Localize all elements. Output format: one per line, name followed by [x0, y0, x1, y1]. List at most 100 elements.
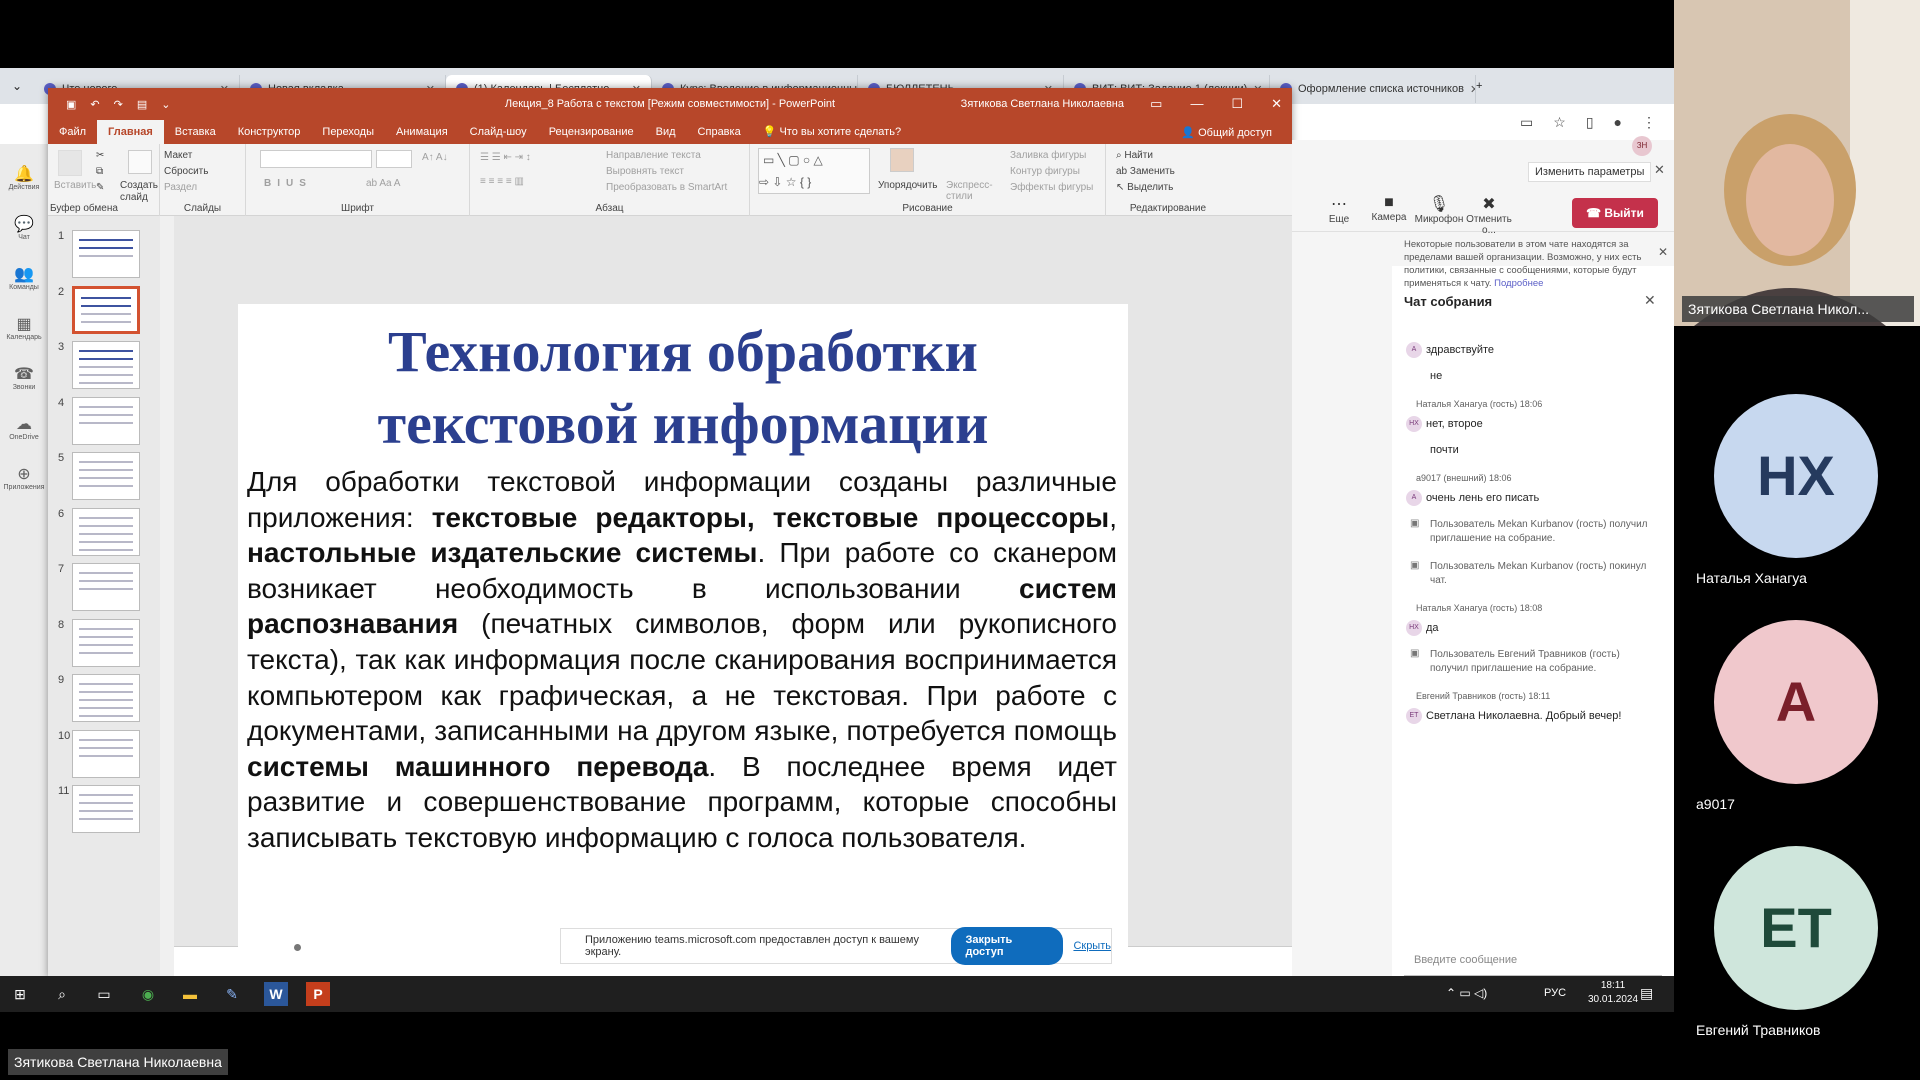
arrange-icon[interactable]	[890, 148, 914, 172]
align-text-button[interactable]: Выровнять текст	[606, 166, 684, 177]
cut-icon[interactable]: ✂	[96, 150, 104, 161]
account-name[interactable]: Зятикова Светлана Николаевна	[961, 98, 1124, 110]
language-indicator[interactable]: РУС	[1544, 987, 1566, 999]
ribbon-tab[interactable]: Конструктор	[227, 120, 312, 144]
ribbon-tab[interactable]: Анимация	[385, 120, 459, 144]
font-family-select[interactable]	[260, 150, 372, 168]
file-explorer-icon[interactable]: ▬	[178, 982, 202, 1006]
font-format-icons[interactable]: BIUS	[264, 178, 312, 189]
camera-button[interactable]: ■ Камера	[1364, 194, 1414, 223]
copy-icon[interactable]: ⧉	[96, 166, 103, 177]
find-button[interactable]: ⌕ Найти	[1116, 150, 1153, 161]
font-size-select[interactable]	[376, 150, 412, 168]
slide-thumbnail[interactable]	[72, 729, 140, 778]
thumbnails-scrollbar[interactable]	[160, 216, 174, 978]
slide-thumbnail[interactable]	[72, 674, 140, 722]
shape-fill-button[interactable]: Заливка фигуры	[1010, 150, 1086, 161]
tab-search-icon[interactable]: ⌄	[0, 79, 34, 93]
select-button[interactable]: ↖ Выделить	[1116, 182, 1173, 193]
shape-effects-button[interactable]: Эффекты фигуры	[1010, 182, 1093, 193]
message-input[interactable]: Введите сообщение	[1404, 946, 1662, 976]
format-painter-icon[interactable]: ✎	[96, 182, 104, 193]
arrange-button[interactable]: Упорядочить	[878, 180, 938, 191]
align-icons[interactable]: ≡ ≡ ≡ ≡ ▥	[480, 176, 524, 187]
minimize-icon[interactable]: —	[1190, 96, 1203, 112]
rail-teams[interactable]: 👥 Команды	[0, 264, 48, 291]
new-slide-icon[interactable]	[128, 150, 152, 174]
close-icon[interactable]: ✕	[1654, 162, 1665, 178]
notepad-icon[interactable]: ✎	[220, 982, 244, 1006]
rail-activity[interactable]: 🔔 Действия	[0, 164, 48, 191]
customize-qat-icon[interactable]: ⌄	[161, 98, 170, 111]
tell-me-search[interactable]: 💡 Что вы хотите сделать?	[752, 120, 912, 144]
stop-sharing-button[interactable]: Закрыть доступ	[951, 927, 1064, 965]
ribbon-tab[interactable]: Файл	[48, 120, 97, 144]
ribbon-tab[interactable]: Главная	[97, 120, 164, 144]
new-tab-icon[interactable]: +	[1476, 80, 1482, 92]
layout-button[interactable]: Макет	[164, 150, 192, 161]
quick-styles-button[interactable]: Экспресс-стили	[946, 180, 996, 202]
profile-icon[interactable]: ●	[1614, 114, 1622, 130]
grow-font-icon[interactable]: A↑ A↓	[422, 152, 448, 163]
avatar[interactable]: ЗН	[1632, 136, 1652, 156]
rail-calls[interactable]: ☎ Звонки	[0, 364, 48, 391]
new-slide-button[interactable]: Создать слайд	[120, 180, 160, 204]
word-icon[interactable]: W	[264, 982, 288, 1006]
stop-sharing-button[interactable]: ✖ Отменить о...	[1464, 194, 1514, 236]
rail-calendar[interactable]: ▦ Календарь	[0, 314, 48, 341]
clock[interactable]: 18:11 30.01.2024	[1588, 979, 1638, 1007]
ribbon-tab[interactable]: Вставка	[164, 120, 227, 144]
slide-thumbnail[interactable]	[72, 618, 140, 667]
ribbon-tab[interactable]: Переходы	[311, 120, 385, 144]
close-icon[interactable]: ✕	[1271, 96, 1282, 112]
slide-thumbnail[interactable]	[72, 452, 140, 500]
slide-thumbnail[interactable]	[72, 396, 140, 445]
text-direction-button[interactable]: Направление текста	[606, 150, 701, 161]
start-slideshow-icon[interactable]: ▤	[137, 98, 147, 111]
slide-thumbnail[interactable]	[72, 563, 140, 611]
smartart-button[interactable]: Преобразовать в SmartArt	[606, 182, 727, 193]
ribbon-tab[interactable]: Рецензирование	[538, 120, 645, 144]
reset-button[interactable]: Сбросить	[164, 166, 208, 177]
ribbon-tab[interactable]: Вид	[645, 120, 687, 144]
close-icon[interactable]: ✕	[1644, 292, 1656, 309]
ribbon-tab[interactable]: Справка	[687, 120, 752, 144]
change-params-button[interactable]: Изменить параметры	[1528, 162, 1652, 182]
share-button[interactable]: 👤 Общий доступ	[1181, 126, 1292, 139]
paste-icon[interactable]	[58, 150, 82, 176]
slide-thumbnail[interactable]	[72, 285, 140, 334]
ribbon-tab[interactable]: Слайд-шоу	[459, 120, 538, 144]
more-button[interactable]: ⋯ Еще	[1314, 194, 1364, 225]
replace-button[interactable]: ab Заменить	[1116, 166, 1175, 177]
tray-icons[interactable]: ⌃ ▭ ◁)	[1446, 986, 1487, 1000]
bookmark-star-icon[interactable]: ☆	[1553, 114, 1566, 131]
cast-icon[interactable]: ▭	[1520, 114, 1533, 131]
shape-outline-button[interactable]: Контур фигуры	[1010, 166, 1080, 177]
browser-tab[interactable]: Оформление списка источников✕	[1270, 75, 1476, 103]
shapes-gallery[interactable]: ▭ ╲ ▢ ○ △ ⇨ ⇩ ☆ { }	[758, 148, 870, 194]
close-icon[interactable]: ✕	[1658, 246, 1668, 259]
slide-thumbnail[interactable]	[72, 341, 140, 389]
sidebar-icon[interactable]: ▯	[1586, 114, 1594, 131]
leave-button[interactable]: ☎ Выйти	[1572, 198, 1658, 228]
chrome-icon[interactable]: ◉	[136, 982, 160, 1006]
powerpoint-icon[interactable]: P	[306, 982, 330, 1006]
bullets-icon[interactable]: ☰ ☰ ⇤ ⇥ ↕	[480, 152, 531, 163]
mic-button[interactable]: 🎙 Микрофон	[1414, 194, 1464, 225]
slide-thumbnail[interactable]	[72, 230, 140, 278]
redo-icon[interactable]: ↷	[114, 98, 123, 111]
ribbon-display-icon[interactable]: ▭	[1150, 96, 1162, 112]
rail-chat[interactable]: 💬 Чат	[0, 214, 48, 241]
start-icon[interactable]: ⊞	[8, 982, 32, 1006]
menu-kebab-icon[interactable]: ⋮	[1642, 114, 1656, 131]
rail-apps[interactable]: ⊕ Приложения	[0, 464, 48, 491]
undo-icon[interactable]: ↶	[90, 98, 99, 111]
notifications-icon[interactable]: ▤	[1640, 985, 1653, 1002]
slide-thumbnail[interactable]	[72, 785, 140, 833]
slide-thumbnail[interactable]	[72, 507, 140, 556]
maximize-icon[interactable]: ☐	[1231, 96, 1243, 112]
current-slide[interactable]: Технология обработки текстовой информаци…	[238, 304, 1128, 972]
search-icon[interactable]: ⌕	[50, 982, 74, 1006]
font-color-icon[interactable]: ab Aa A	[366, 178, 400, 189]
section-button[interactable]: Раздел	[164, 182, 197, 193]
